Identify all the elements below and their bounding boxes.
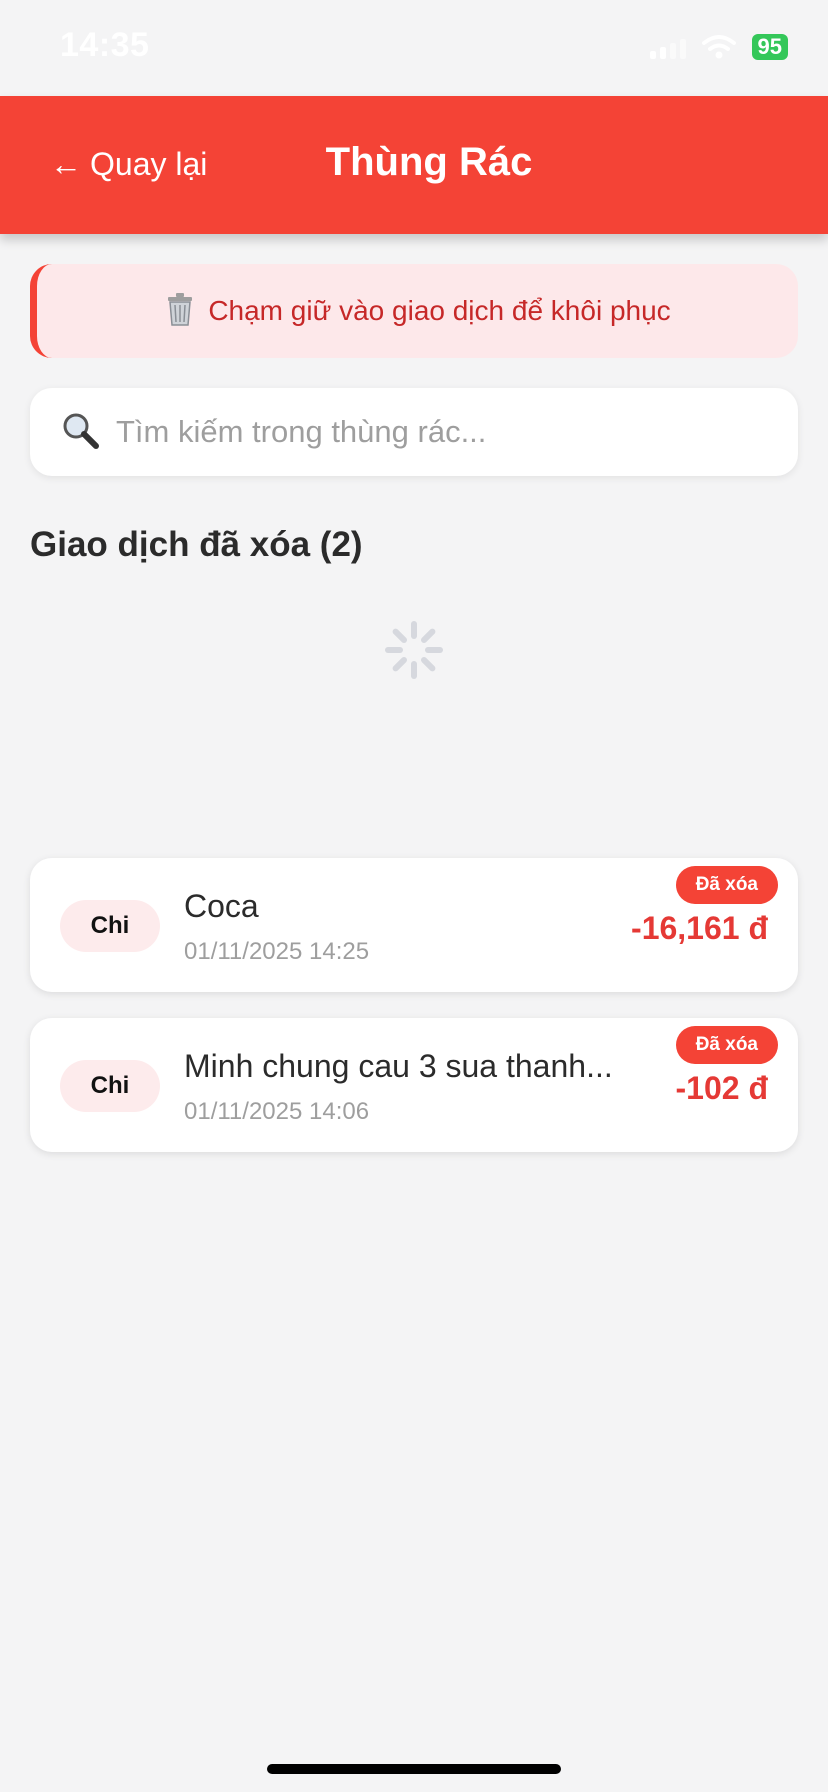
search-input[interactable] — [114, 413, 768, 451]
transaction-name: Coca — [184, 888, 259, 924]
wifi-icon — [701, 35, 736, 59]
transaction-type-tag: Chi — [60, 900, 160, 952]
deleted-transaction-card[interactable]: Chi Coca 01/11/2025 14:25 Đã xóa -16,161… — [30, 858, 798, 992]
restore-hint-text: Chạm giữ vào giao dịch để khôi phục — [208, 295, 671, 326]
section-title: Giao dịch đã xóa (2) — [30, 525, 363, 564]
status-icons: 95 — [649, 34, 788, 60]
transaction-name: Minh chung cau 3 sua thanh... — [184, 1048, 613, 1084]
status-time: 14:35 — [60, 26, 150, 64]
transaction-date: 01/11/2025 14:25 — [184, 938, 370, 965]
transaction-amount: -16,161 đ — [631, 910, 768, 946]
battery-indicator: 95 — [751, 34, 788, 60]
search-bar — [30, 388, 798, 476]
app-header: ← Quay lại Thùng Rác — [0, 96, 828, 234]
restore-hint-banner: Chạm giữ vào giao dịch để khôi phục — [30, 264, 798, 358]
deleted-badge: Đã xóa — [675, 1026, 778, 1064]
transaction-amount: -102 đ — [675, 1070, 768, 1106]
trash-icon — [164, 291, 196, 332]
deleted-badge: Đã xóa — [675, 866, 778, 904]
transaction-date: 01/11/2025 14:06 — [184, 1098, 370, 1125]
signal-icon — [649, 35, 686, 59]
search-icon — [60, 410, 100, 455]
status-bar: 14:35 95 — [0, 0, 828, 96]
page-title: Thùng Rác — [325, 140, 533, 184]
transaction-type-tag: Chi — [60, 1060, 160, 1112]
home-indicator — [267, 1764, 561, 1774]
loading-spinner-icon — [385, 621, 443, 679]
deleted-transaction-card[interactable]: Chi Minh chung cau 3 sua thanh... 01/11/… — [30, 1018, 798, 1152]
